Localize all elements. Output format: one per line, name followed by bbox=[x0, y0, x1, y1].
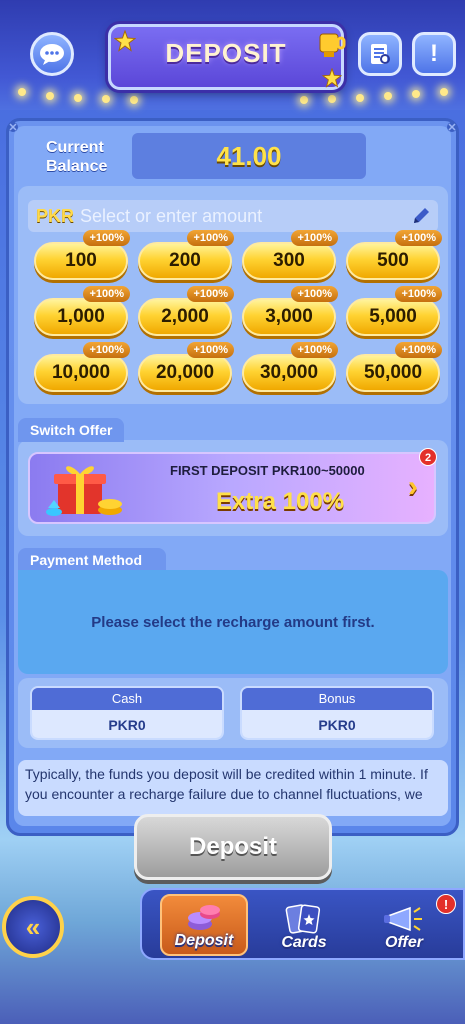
back-button[interactable]: « bbox=[2, 896, 64, 958]
bolt-icon bbox=[8, 122, 18, 132]
star-icon bbox=[322, 68, 342, 88]
bonus-tag: +100% bbox=[395, 230, 442, 246]
amount-option-value: 500 bbox=[346, 242, 440, 280]
currency-label: PKR bbox=[36, 205, 75, 226]
bonus-tag: +100% bbox=[291, 342, 338, 358]
bonus-tag: +100% bbox=[291, 230, 338, 246]
amount-option-value: 10,000 bbox=[34, 354, 128, 392]
pencil-icon[interactable] bbox=[410, 206, 432, 226]
offer-count-badge: 2 bbox=[419, 448, 437, 466]
amount-option[interactable]: 300 +100% bbox=[242, 230, 338, 280]
amount-option[interactable]: 30,000 +100% bbox=[242, 342, 338, 392]
amount-option[interactable]: 5,000 +100% bbox=[346, 286, 442, 336]
amount-option[interactable]: 3,000 +100% bbox=[242, 286, 338, 336]
nav-deposit-label: Deposit bbox=[174, 932, 234, 949]
chat-button[interactable] bbox=[30, 32, 74, 76]
nav-cards-label: Cards bbox=[281, 934, 327, 951]
double-chevron-left-icon: « bbox=[25, 911, 41, 942]
bonus-value: PKR0 bbox=[242, 710, 432, 738]
page-title: DEPOSIT bbox=[165, 38, 287, 68]
bonus-tag: +100% bbox=[83, 342, 130, 358]
bonus-tag: +100% bbox=[187, 286, 234, 302]
bonus-tag: +100% bbox=[83, 230, 130, 246]
nav-offer-label: Offer bbox=[385, 934, 423, 951]
info-button[interactable]: ! bbox=[412, 32, 456, 76]
balance-value: 41.00 bbox=[132, 133, 366, 179]
bottom-nav: Deposit Cards Offer bbox=[140, 888, 465, 960]
amount-option[interactable]: 1,000 +100% bbox=[34, 286, 130, 336]
bonus-tag: +100% bbox=[395, 342, 442, 358]
amount-option-value: 200 bbox=[138, 242, 232, 280]
amount-option[interactable]: 100 +100% bbox=[34, 230, 130, 280]
amount-option-value: 100 bbox=[34, 242, 128, 280]
bonus-label: Bonus bbox=[242, 688, 432, 710]
megaphone-icon bbox=[384, 906, 422, 932]
amount-option[interactable]: 200 +100% bbox=[138, 230, 234, 280]
amount-option-value: 20,000 bbox=[138, 354, 232, 392]
bonus-tag: +100% bbox=[187, 230, 234, 246]
amount-option-value: 50,000 bbox=[346, 354, 440, 392]
bonus-tag: +100% bbox=[83, 286, 130, 302]
cards-icon bbox=[285, 904, 321, 934]
cash-wallet: Cash PKR0 bbox=[30, 686, 224, 740]
bonus-wallet: Bonus PKR0 bbox=[240, 686, 434, 740]
amount-option[interactable]: 20,000 +100% bbox=[138, 342, 234, 392]
amount-option[interactable]: 2,000 +100% bbox=[138, 286, 234, 336]
payment-method-label: Payment Method bbox=[18, 548, 166, 572]
amount-option-value: 5,000 bbox=[346, 298, 440, 336]
offer-alert-badge: ! bbox=[436, 894, 456, 914]
chevron-right-icon[interactable]: › bbox=[408, 470, 418, 504]
amount-placeholder: Select or enter amount bbox=[80, 205, 263, 226]
bonus-tag: +100% bbox=[187, 342, 234, 358]
nav-offer[interactable]: Offer bbox=[360, 894, 448, 956]
deposit-note: Typically, the funds you deposit will be… bbox=[18, 760, 448, 816]
payment-method-message: Please select the recharge amount first. bbox=[91, 614, 375, 631]
amount-option-value: 300 bbox=[242, 242, 336, 280]
nav-deposit[interactable]: Deposit bbox=[160, 894, 248, 956]
offer-reward: Extra 100% bbox=[215, 488, 345, 515]
amount-input[interactable]: PKR Select or enter amount bbox=[28, 200, 438, 232]
bonus-tag: +100% bbox=[395, 286, 442, 302]
chat-icon bbox=[40, 44, 64, 65]
cash-label: Cash bbox=[32, 688, 222, 710]
amount-option[interactable]: 500 +100% bbox=[346, 230, 442, 280]
history-button[interactable] bbox=[358, 32, 402, 76]
amount-option-value: 3,000 bbox=[242, 298, 336, 336]
amount-option-value: 30,000 bbox=[242, 354, 336, 392]
switch-offer-label: Switch Offer bbox=[18, 418, 125, 442]
cash-value: PKR0 bbox=[32, 710, 222, 738]
offer-headline: FIRST DEPOSIT PKR100~50000 bbox=[170, 463, 365, 478]
coins-icon bbox=[188, 905, 220, 930]
balance-label: Current Balance bbox=[46, 139, 108, 175]
info-icon: ! bbox=[430, 40, 438, 67]
gift-box-icon bbox=[46, 466, 122, 516]
amount-option[interactable]: 10,000 +100% bbox=[34, 342, 130, 392]
bonus-tag: +100% bbox=[291, 286, 338, 302]
bolt-icon bbox=[447, 122, 457, 132]
amount-option[interactable]: 50,000 +100% bbox=[346, 342, 442, 392]
deposit-button[interactable]: Deposit bbox=[134, 814, 332, 880]
nav-cards[interactable]: Cards bbox=[260, 894, 348, 956]
amount-option-value: 2,000 bbox=[138, 298, 232, 336]
history-icon bbox=[371, 44, 390, 64]
amount-option-value: 1,000 bbox=[34, 298, 128, 336]
